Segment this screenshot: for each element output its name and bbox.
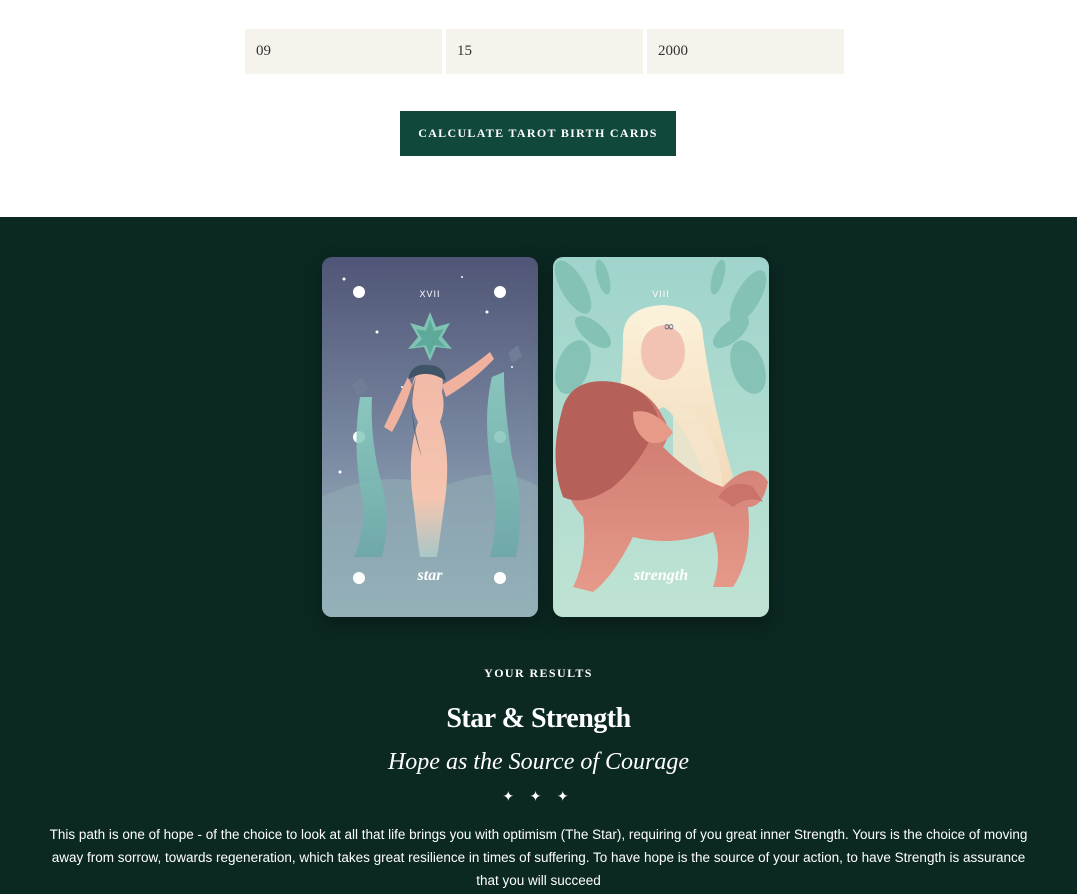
strength-card: ∞ strength VIII [553, 257, 769, 617]
month-field-wrapper [245, 29, 442, 74]
results-title: Star & Strength [446, 703, 631, 734]
month-input[interactable] [256, 29, 431, 74]
star-card: XVII star [322, 257, 538, 617]
strength-card-name: strength [633, 567, 688, 584]
star-card-numeral: XVII [419, 289, 440, 299]
calculate-button[interactable]: Calculate Tarot Birth Cards [400, 111, 676, 156]
day-field-wrapper [446, 29, 643, 74]
results-subtitle: Hope as the Source of Courage [387, 749, 690, 775]
sparkle-ornament-icon: ✦ ✦ ✦ [502, 790, 575, 805]
year-field-wrapper [647, 29, 844, 74]
star-card-name: star [417, 567, 444, 584]
infinity-icon: ∞ [663, 319, 675, 335]
results-description: This path is one of hope - of the choice… [49, 827, 1028, 888]
results-kicker: YOUR RESULTS [484, 666, 593, 680]
birth-date-form: Calculate Tarot Birth Cards [0, 0, 1077, 217]
strength-card-numeral: VIII [652, 289, 670, 299]
strength-card-illustration: ∞ strength VIII [553, 257, 769, 617]
day-input[interactable] [457, 29, 632, 74]
year-input[interactable] [658, 29, 833, 74]
results-section: XVII star ∞ strength VIII YOUR RESULTS S… [0, 217, 1077, 894]
star-card-illustration: XVII star [322, 257, 538, 617]
date-inputs [245, 29, 844, 74]
